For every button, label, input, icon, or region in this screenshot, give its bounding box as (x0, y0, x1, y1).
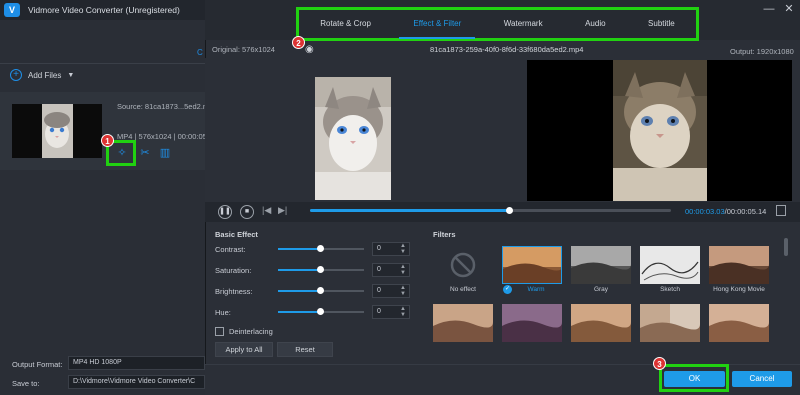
filter-tile[interactable] (571, 304, 631, 342)
seek-progress (310, 209, 509, 212)
pause-icon[interactable]: ❚❚ (218, 205, 232, 219)
spinner-icon[interactable]: ▲ ▼ (400, 243, 406, 255)
no-effect-icon (450, 252, 476, 278)
app-title: Vidmore Video Converter (Unregistered) (28, 5, 180, 15)
video-filename: 81ca1873-259a-40f0-8f6d-33f680da5ed2.mp4 (430, 45, 584, 54)
close-icon[interactable]: ✕ (782, 2, 796, 16)
filter-tile[interactable] (433, 304, 493, 342)
add-files-label: Add Files (28, 70, 62, 80)
skip-back-icon[interactable]: |◀ (262, 205, 271, 216)
apply-to-all-button[interactable]: Apply to All (215, 342, 273, 357)
scissors-icon[interactable]: ✂ (138, 146, 152, 160)
step-badge-3: 3 (653, 357, 666, 370)
output-resolution: Output: 1920x1080 (730, 47, 794, 56)
original-video-frame (315, 77, 391, 200)
magic-wand-icon[interactable]: ✧ (115, 146, 129, 160)
time-total: /00:00:05.14 (724, 207, 767, 216)
contrast-slider-fill (278, 248, 321, 250)
saturation-label: Saturation: (215, 266, 252, 275)
step-badge-1: 1 (101, 134, 114, 147)
deinterlacing-checkbox[interactable] (215, 327, 224, 336)
basic-effect-title: Basic Effect (215, 230, 258, 239)
file-thumbnail (12, 104, 102, 158)
saturation-value: 0 (377, 266, 381, 273)
main-tab-partial[interactable]: C (197, 48, 203, 57)
contrast-value: 0 (377, 245, 381, 252)
output-format-select[interactable]: MP4 HD 1080P (68, 356, 205, 370)
seek-handle[interactable] (506, 207, 513, 214)
chevron-down-icon[interactable]: ▼ (67, 72, 74, 79)
filter-tile[interactable] (502, 304, 562, 342)
filter-no-effect[interactable] (433, 246, 493, 284)
hue-slider-handle[interactable] (317, 308, 324, 315)
brightness-input[interactable]: 0 ▲ ▼ (372, 284, 410, 298)
cancel-button[interactable]: Cancel (732, 371, 792, 387)
filters-title: Filters (433, 230, 456, 239)
filter-sketch[interactable] (640, 246, 700, 284)
spinner-icon[interactable]: ▲ ▼ (400, 306, 406, 318)
brightness-value: 0 (377, 287, 381, 294)
contrast-label: Contrast: (215, 245, 246, 254)
reset-button[interactable]: Reset (277, 342, 333, 357)
hue-value: 0 (377, 308, 381, 315)
tab-subtitle[interactable]: Subtitle (642, 10, 681, 38)
plus-circle-icon: + (10, 69, 22, 81)
minimize-icon[interactable]: — (762, 2, 776, 16)
tab-watermark[interactable]: Watermark (498, 10, 549, 38)
spinner-icon[interactable]: ▲ ▼ (400, 264, 406, 276)
filter-label-warm: Warm (527, 286, 545, 293)
brightness-label: Brightness: (215, 287, 253, 296)
deinterlacing-label: Deinterlacing (229, 327, 273, 336)
hue-label: Hue: (215, 308, 231, 317)
tab-rotate-crop[interactable]: Rotate & Crop (314, 10, 377, 38)
saturation-slider-handle[interactable] (317, 266, 324, 273)
filter-label-hong-kong-movie: Hong Kong Movie (713, 286, 765, 293)
filter-label-gray: Gray (593, 286, 609, 293)
skip-forward-icon[interactable]: ▶| (278, 205, 287, 216)
time-current: 00:00:03.03 (685, 207, 725, 216)
main-tab-strip (0, 42, 205, 64)
filter-label-sketch: Sketch (660, 286, 680, 293)
volume-icon[interactable] (776, 205, 786, 216)
brightness-slider-handle[interactable] (317, 287, 324, 294)
file-source: Source: 81ca1873...5ed2.mi (117, 102, 211, 111)
hue-input[interactable]: 0 ▲ ▼ (372, 305, 410, 319)
output-format-label: Output Format: (12, 360, 63, 369)
time-display: 00:00:03.03/00:00:05.14 (685, 207, 766, 216)
saturation-input[interactable]: 0 ▲ ▼ (372, 263, 410, 277)
save-to-label: Save to: (12, 379, 40, 388)
filter-label-no-effect: No effect (450, 286, 476, 293)
hue-slider-fill (278, 311, 321, 313)
spinner-icon[interactable]: ▲ ▼ (400, 285, 406, 297)
contrast-slider-handle[interactable] (317, 245, 324, 252)
step-badge-2: 2 (292, 36, 305, 49)
filter-gray[interactable] (571, 246, 631, 284)
tab-effect-filter[interactable]: Effect & Filter (399, 10, 476, 39)
filters-scrollbar[interactable] (784, 238, 788, 256)
stop-icon[interactable]: ■ (240, 205, 254, 219)
dialog-tabs: Rotate & Crop Effect & Filter Watermark … (296, 7, 699, 41)
original-resolution: Original: 576x1024 (212, 45, 275, 54)
output-video-frame (613, 60, 707, 201)
filter-tile[interactable] (709, 304, 769, 342)
filter-tile[interactable] (640, 304, 700, 342)
eye-icon[interactable]: ◉ (305, 44, 314, 55)
contrast-input[interactable]: 0 ▲ ▼ (372, 242, 410, 256)
chart-icon[interactable]: ▥ (158, 146, 172, 160)
app-logo-icon: V (4, 3, 20, 17)
ok-button[interactable]: OK (664, 371, 725, 387)
filter-warm[interactable] (502, 246, 562, 284)
save-to-path[interactable]: D:\Vidmore\Vidmore Video Converter\C (68, 375, 205, 389)
filter-hong-kong-movie[interactable] (709, 246, 769, 284)
brightness-slider-fill (278, 290, 321, 292)
saturation-slider-fill (278, 269, 321, 271)
add-files-button[interactable]: + Add Files ▼ (10, 69, 74, 81)
tab-audio[interactable]: Audio (579, 10, 611, 38)
